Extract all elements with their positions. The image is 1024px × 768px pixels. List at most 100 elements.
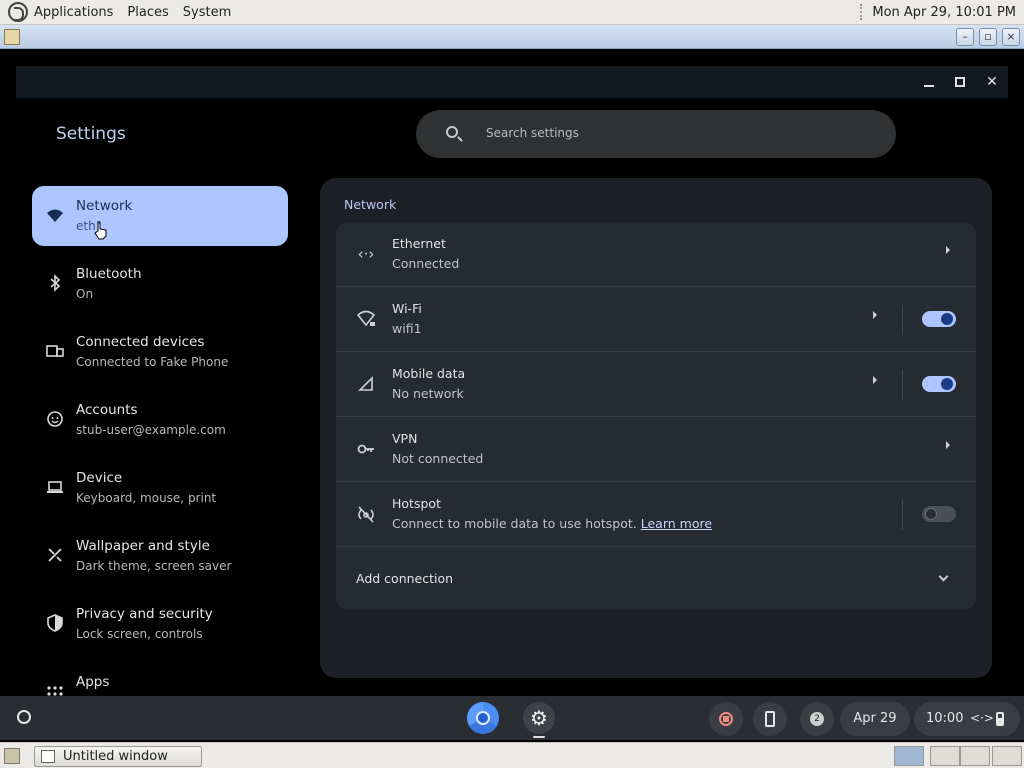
vpn-key-icon <box>356 439 376 459</box>
panel-grip-handle[interactable] <box>860 4 864 20</box>
apps-grid-icon <box>46 682 64 696</box>
chrome-app-icon[interactable] <box>467 702 499 734</box>
row-title: Hotspot <box>392 496 441 511</box>
minimize-button[interactable] <box>919 72 939 92</box>
workspace-3[interactable] <box>960 746 990 766</box>
network-panel: Network ‹·› Ethernet Connected Wi-Fi wif… <box>320 178 992 678</box>
close-button[interactable]: ✕ <box>982 72 1002 92</box>
ethernet-row[interactable]: ‹·› Ethernet Connected <box>336 222 976 287</box>
vpn-row[interactable]: VPN Not connected <box>336 417 976 482</box>
outer-maximize-button[interactable]: ▫ <box>979 28 997 46</box>
panel-clock[interactable]: Mon Apr 29, 10:01 PM <box>872 5 1016 20</box>
row-title: VPN <box>392 431 418 446</box>
chevron-right-icon[interactable] <box>873 376 877 384</box>
tray-time: 10:00 <box>926 711 964 726</box>
sidebar-item-label: Bluetooth <box>76 266 142 282</box>
sidebar-item-accounts[interactable]: Accounts stub-user@example.com <box>32 390 288 458</box>
active-app-indicator <box>533 736 545 738</box>
sidebar-item-label: Device <box>76 470 123 486</box>
settings-window-frame[interactable]: ✕ <box>16 66 1008 98</box>
applications-menu[interactable]: Applications <box>34 5 113 20</box>
sidebar-item-label: Wallpaper and style <box>76 538 210 554</box>
row-subtitle: No network <box>392 386 464 401</box>
taskbar-window-button[interactable]: Untitled window <box>34 746 202 767</box>
launcher-button[interactable] <box>17 710 31 724</box>
sidebar-item-privacy[interactable]: Privacy and security Lock screen, contro… <box>32 594 288 662</box>
sidebar-item-network[interactable]: Network eth1 <box>32 186 288 246</box>
cell-signal-icon <box>356 374 376 394</box>
sidebar: Network eth1 Bluetooth On Connected devi… <box>32 186 288 696</box>
row-subtitle: Not connected <box>392 451 484 466</box>
mobile-data-toggle[interactable] <box>922 376 956 392</box>
settings-app-icon[interactable] <box>523 702 555 734</box>
screen-record-button[interactable] <box>709 702 743 736</box>
notification-button[interactable]: 2 <box>800 702 834 736</box>
sidebar-item-sublabel: Connected to Fake Phone <box>76 355 229 369</box>
workspace-1[interactable] <box>894 746 924 766</box>
sidebar-item-label: Apps <box>76 674 110 690</box>
sidebar-item-label: Connected devices <box>76 334 205 350</box>
chevron-right-icon[interactable] <box>946 246 950 254</box>
workspace-2[interactable] <box>930 746 960 766</box>
row-subtitle: Connected <box>392 256 460 271</box>
sidebar-item-sublabel: Keyboard, mouse, print <box>76 491 217 505</box>
maximize-button[interactable] <box>950 72 970 92</box>
page-title: Settings <box>56 124 126 144</box>
add-connection-label: Add connection <box>356 571 454 586</box>
row-title: Wi-Fi <box>392 301 422 316</box>
sidebar-item-label: Network <box>76 198 133 214</box>
hotspot-row: Hotspot Connect to mobile data to use ho… <box>336 482 976 547</box>
sidebar-item-connected-devices[interactable]: Connected devices Connected to Fake Phon… <box>32 322 288 390</box>
chevron-down-icon[interactable] <box>938 571 949 582</box>
sidebar-item-sublabel: Dark theme, screen saver <box>76 559 232 573</box>
wifi-icon <box>46 207 64 225</box>
wifi-lock-icon <box>356 309 376 329</box>
mobile-data-row[interactable]: Mobile data No network <box>336 352 976 417</box>
phone-hub-button[interactable] <box>753 702 787 736</box>
notification-count: 2 <box>810 712 824 726</box>
account-icon <box>46 410 64 428</box>
sidebar-item-sublabel: Lock screen, controls <box>76 627 203 641</box>
add-connection-row[interactable]: Add connection <box>336 547 976 610</box>
row-subtitle: Connect to mobile data to use hotspot. L… <box>392 516 712 531</box>
bluetooth-icon <box>46 274 64 292</box>
sidebar-item-wallpaper[interactable]: Wallpaper and style Dark theme, screen s… <box>32 526 288 594</box>
wifi-row[interactable]: Wi-Fi wifi1 <box>336 287 976 352</box>
chevron-right-icon[interactable] <box>873 311 877 319</box>
settings-window: ✕ Settings Search settings Network eth1 … <box>16 66 1008 696</box>
ethernet-status-icon: <·> <box>970 711 994 725</box>
chevron-right-icon[interactable] <box>946 441 950 449</box>
paintbrush-icon <box>46 546 64 564</box>
window-app-icon[interactable] <box>4 29 20 45</box>
outer-window-titlebar[interactable]: – ▫ × <box>0 25 1024 49</box>
wifi-toggle[interactable] <box>922 311 956 327</box>
hotspot-icon <box>356 504 376 524</box>
window-icon <box>41 750 55 763</box>
row-divider <box>902 370 903 400</box>
places-menu[interactable]: Places <box>127 5 168 20</box>
sidebar-item-label: Accounts <box>76 402 138 418</box>
row-subtitle: wifi1 <box>392 321 422 336</box>
hotspot-toggle[interactable] <box>922 506 956 522</box>
workspace-4[interactable] <box>992 746 1022 766</box>
battery-icon <box>996 712 1004 726</box>
search-input[interactable]: Search settings <box>416 110 896 158</box>
outer-minimize-button[interactable]: – <box>956 28 974 46</box>
distro-logo-icon[interactable] <box>8 2 28 22</box>
outer-close-button[interactable]: × <box>1002 28 1020 46</box>
sidebar-item-label: Privacy and security <box>76 606 213 622</box>
row-title: Ethernet <box>392 236 446 251</box>
date-tray[interactable]: Apr 29 <box>840 702 910 736</box>
bottom-taskbar: Untitled window <box>0 742 1024 768</box>
sidebar-item-apps[interactable]: Apps <box>32 662 288 696</box>
ethernet-icon: ‹·› <box>357 245 375 263</box>
phone-link-icon <box>46 342 64 360</box>
shield-icon <box>46 614 64 632</box>
learn-more-link[interactable]: Learn more <box>641 516 712 531</box>
status-tray[interactable]: 10:00 <·> <box>914 702 1020 736</box>
system-menu[interactable]: System <box>183 5 231 20</box>
sidebar-item-device[interactable]: Device Keyboard, mouse, print <box>32 458 288 526</box>
top-panel: Applications Places System Mon Apr 29, 1… <box>0 0 1024 25</box>
show-desktop-icon[interactable] <box>4 748 20 764</box>
sidebar-item-bluetooth[interactable]: Bluetooth On <box>32 254 288 322</box>
